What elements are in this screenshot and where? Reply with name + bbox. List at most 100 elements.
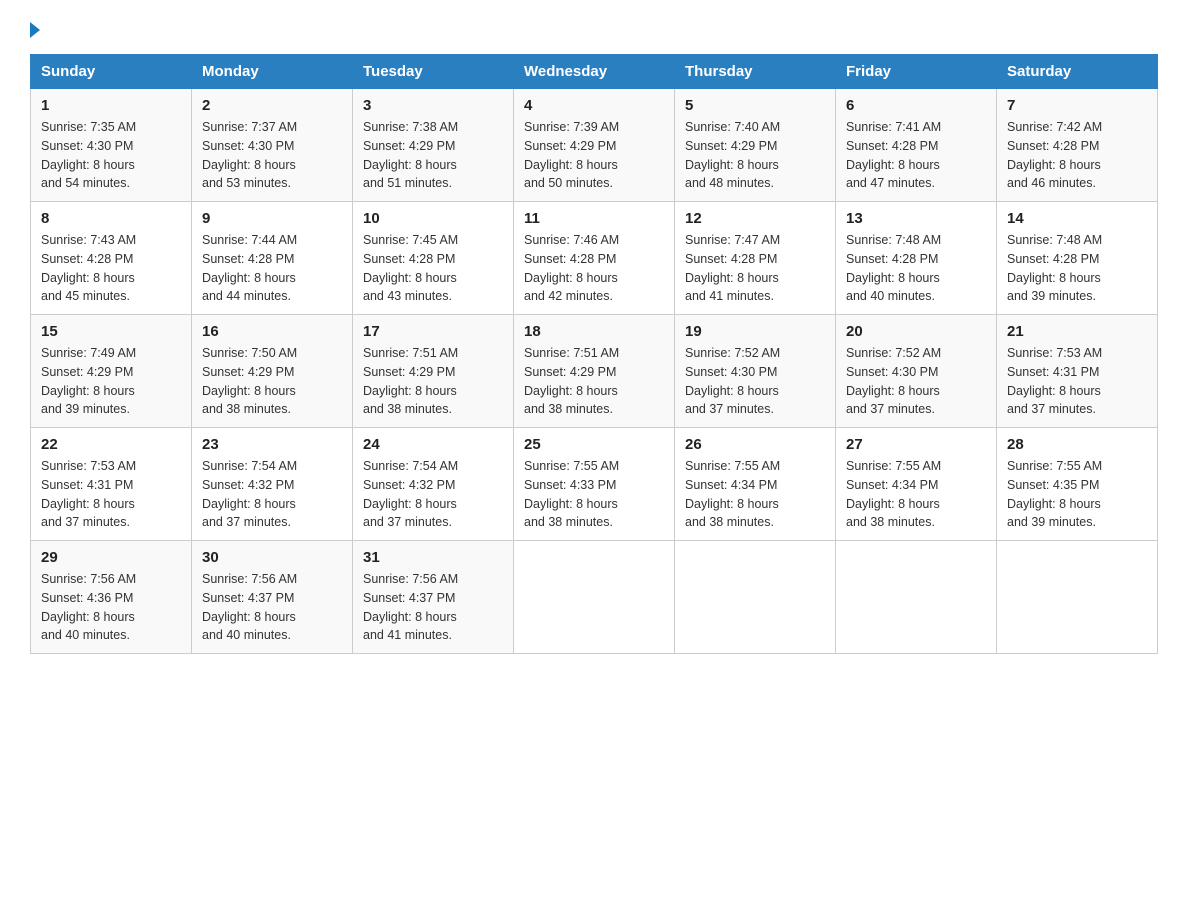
calendar-cell: 10 Sunrise: 7:45 AMSunset: 4:28 PMDayligh… [353, 202, 514, 315]
calendar-cell: 20 Sunrise: 7:52 AMSunset: 4:30 PMDayligh… [836, 315, 997, 428]
calendar-cell: 3 Sunrise: 7:38 AMSunset: 4:29 PMDaylight… [353, 89, 514, 202]
calendar-cell: 4Sunrise: 7:39 AMSunset: 4:29 PMDaylight… [514, 89, 675, 202]
calendar-cell: 14Sunrise: 7:48 AMSunset: 4:28 PMDayligh… [997, 202, 1158, 315]
calendar-week-2: 8Sunrise: 7:43 AMSunset: 4:28 PMDaylight… [31, 202, 1158, 315]
day-number: 5 [685, 97, 825, 114]
header-day-tuesday: Tuesday [353, 55, 514, 89]
day-number: 28 [1007, 436, 1147, 453]
calendar-cell: 29 Sunrise: 7:56 AMSunset: 4:36 PMDayligh… [31, 541, 192, 654]
header-day-thursday: Thursday [675, 55, 836, 89]
day-number: 1 [41, 97, 181, 114]
day-info: Sunrise: 7:49 AMSunset: 4:29 PMDaylight:… [41, 344, 181, 419]
day-number: 15 [41, 323, 181, 340]
day-number: 27 [846, 436, 986, 453]
calendar-cell: 9 Sunrise: 7:44 AMSunset: 4:28 PMDaylight… [192, 202, 353, 315]
calendar-cell: 22 Sunrise: 7:53 AMSunset: 4:31 PMDayligh… [31, 428, 192, 541]
day-number: 10 [363, 210, 503, 227]
page-header [30, 20, 1158, 38]
day-number: 19 [685, 323, 825, 340]
calendar-cell: 6 Sunrise: 7:41 AMSunset: 4:28 PMDaylight… [836, 89, 997, 202]
day-number: 16 [202, 323, 342, 340]
day-info: Sunrise: 7:55 AMSunset: 4:34 PMDaylight:… [846, 457, 986, 532]
calendar-table: SundayMondayTuesdayWednesdayThursdayFrid… [30, 54, 1158, 654]
day-number: 2 [202, 97, 342, 114]
day-info: Sunrise: 7:37 AMSunset: 4:30 PMDaylight:… [202, 118, 342, 193]
day-number: 22 [41, 436, 181, 453]
day-info: Sunrise: 7:47 AMSunset: 4:28 PMDaylight:… [685, 231, 825, 306]
day-number: 9 [202, 210, 342, 227]
day-number: 11 [524, 210, 664, 227]
day-number: 17 [363, 323, 503, 340]
day-info: Sunrise: 7:40 AMSunset: 4:29 PMDaylight:… [685, 118, 825, 193]
day-number: 12 [685, 210, 825, 227]
day-info: Sunrise: 7:53 AMSunset: 4:31 PMDaylight:… [1007, 344, 1147, 419]
day-info: Sunrise: 7:38 AMSunset: 4:29 PMDaylight:… [363, 118, 503, 193]
calendar-cell: 8Sunrise: 7:43 AMSunset: 4:28 PMDaylight… [31, 202, 192, 315]
calendar-cell: 19 Sunrise: 7:52 AMSunset: 4:30 PMDayligh… [675, 315, 836, 428]
logo [30, 20, 40, 38]
day-info: Sunrise: 7:53 AMSunset: 4:31 PMDaylight:… [41, 457, 181, 532]
calendar-cell: 28Sunrise: 7:55 AMSunset: 4:35 PMDayligh… [997, 428, 1158, 541]
day-info: Sunrise: 7:51 AMSunset: 4:29 PMDaylight:… [524, 344, 664, 419]
logo-arrow-icon [30, 22, 40, 38]
day-number: 6 [846, 97, 986, 114]
day-number: 4 [524, 97, 664, 114]
calendar-week-4: 22 Sunrise: 7:53 AMSunset: 4:31 PMDayligh… [31, 428, 1158, 541]
calendar-cell: 26Sunrise: 7:55 AMSunset: 4:34 PMDayligh… [675, 428, 836, 541]
day-number: 29 [41, 549, 181, 566]
day-info: Sunrise: 7:35 AMSunset: 4:30 PMDaylight:… [41, 118, 181, 193]
header-day-monday: Monday [192, 55, 353, 89]
day-number: 18 [524, 323, 664, 340]
day-info: Sunrise: 7:51 AMSunset: 4:29 PMDaylight:… [363, 344, 503, 419]
day-number: 20 [846, 323, 986, 340]
calendar-cell: 7Sunrise: 7:42 AMSunset: 4:28 PMDaylight… [997, 89, 1158, 202]
day-info: Sunrise: 7:46 AMSunset: 4:28 PMDaylight:… [524, 231, 664, 306]
calendar-cell: 2 Sunrise: 7:37 AMSunset: 4:30 PMDaylight… [192, 89, 353, 202]
day-info: Sunrise: 7:54 AMSunset: 4:32 PMDaylight:… [202, 457, 342, 532]
calendar-cell: 18 Sunrise: 7:51 AMSunset: 4:29 PMDayligh… [514, 315, 675, 428]
day-info: Sunrise: 7:52 AMSunset: 4:30 PMDaylight:… [685, 344, 825, 419]
calendar-cell: 1 Sunrise: 7:35 AMSunset: 4:30 PMDaylight… [31, 89, 192, 202]
calendar-cell: 27 Sunrise: 7:55 AMSunset: 4:34 PMDayligh… [836, 428, 997, 541]
day-info: Sunrise: 7:55 AMSunset: 4:34 PMDaylight:… [685, 457, 825, 532]
calendar-cell [836, 541, 997, 654]
calendar-cell: 25Sunrise: 7:55 AMSunset: 4:33 PMDayligh… [514, 428, 675, 541]
header-day-wednesday: Wednesday [514, 55, 675, 89]
header-row: SundayMondayTuesdayWednesdayThursdayFrid… [31, 55, 1158, 89]
day-number: 7 [1007, 97, 1147, 114]
calendar-cell: 24 Sunrise: 7:54 AMSunset: 4:32 PMDayligh… [353, 428, 514, 541]
calendar-cell [997, 541, 1158, 654]
day-number: 23 [202, 436, 342, 453]
calendar-week-1: 1 Sunrise: 7:35 AMSunset: 4:30 PMDaylight… [31, 89, 1158, 202]
day-info: Sunrise: 7:44 AMSunset: 4:28 PMDaylight:… [202, 231, 342, 306]
calendar-cell: 31Sunrise: 7:56 AMSunset: 4:37 PMDayligh… [353, 541, 514, 654]
calendar-cell: 5 Sunrise: 7:40 AMSunset: 4:29 PMDaylight… [675, 89, 836, 202]
day-number: 3 [363, 97, 503, 114]
day-info: Sunrise: 7:56 AMSunset: 4:37 PMDaylight:… [202, 570, 342, 645]
calendar-cell [514, 541, 675, 654]
calendar-header: SundayMondayTuesdayWednesdayThursdayFrid… [31, 55, 1158, 89]
day-number: 13 [846, 210, 986, 227]
header-day-friday: Friday [836, 55, 997, 89]
calendar-cell [675, 541, 836, 654]
calendar-cell: 11 Sunrise: 7:46 AMSunset: 4:28 PMDayligh… [514, 202, 675, 315]
day-number: 24 [363, 436, 503, 453]
day-info: Sunrise: 7:52 AMSunset: 4:30 PMDaylight:… [846, 344, 986, 419]
header-day-sunday: Sunday [31, 55, 192, 89]
calendar-cell: 17 Sunrise: 7:51 AMSunset: 4:29 PMDayligh… [353, 315, 514, 428]
calendar-body: 1 Sunrise: 7:35 AMSunset: 4:30 PMDaylight… [31, 89, 1158, 654]
header-day-saturday: Saturday [997, 55, 1158, 89]
day-number: 14 [1007, 210, 1147, 227]
day-info: Sunrise: 7:56 AMSunset: 4:36 PMDaylight:… [41, 570, 181, 645]
day-info: Sunrise: 7:41 AMSunset: 4:28 PMDaylight:… [846, 118, 986, 193]
calendar-cell: 30Sunrise: 7:56 AMSunset: 4:37 PMDayligh… [192, 541, 353, 654]
calendar-cell: 15 Sunrise: 7:49 AMSunset: 4:29 PMDayligh… [31, 315, 192, 428]
calendar-cell: 21Sunrise: 7:53 AMSunset: 4:31 PMDayligh… [997, 315, 1158, 428]
day-info: Sunrise: 7:45 AMSunset: 4:28 PMDaylight:… [363, 231, 503, 306]
day-info: Sunrise: 7:43 AMSunset: 4:28 PMDaylight:… [41, 231, 181, 306]
calendar-cell: 16 Sunrise: 7:50 AMSunset: 4:29 PMDayligh… [192, 315, 353, 428]
day-info: Sunrise: 7:54 AMSunset: 4:32 PMDaylight:… [363, 457, 503, 532]
day-info: Sunrise: 7:50 AMSunset: 4:29 PMDaylight:… [202, 344, 342, 419]
day-number: 25 [524, 436, 664, 453]
calendar-cell: 12 Sunrise: 7:47 AMSunset: 4:28 PMDayligh… [675, 202, 836, 315]
